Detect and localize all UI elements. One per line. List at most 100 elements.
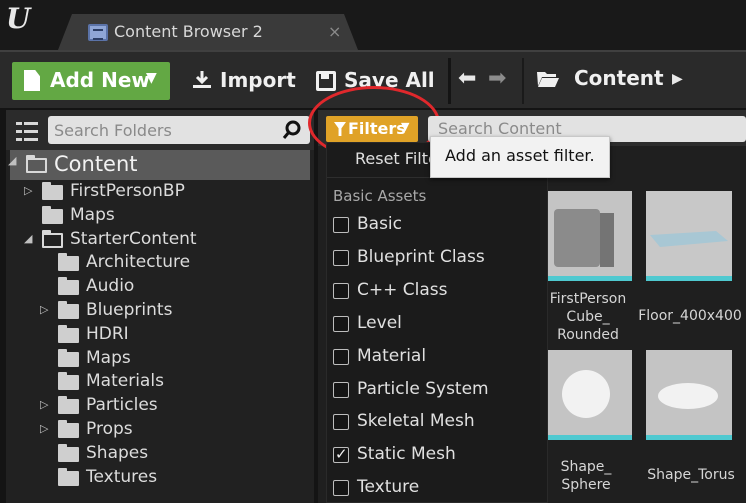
nav-divider [522,58,524,104]
folder-icon [42,182,63,200]
tab-content-browser[interactable]: Content Browser 2 × [58,14,358,50]
collapsed-arrow-icon[interactable]: ▷ [40,398,52,411]
filter-item-static-mesh[interactable]: ✓ Static Mesh [327,440,549,472]
folder-particles[interactable]: ▷ Particles [10,394,310,418]
filter-item-label: Level [357,312,402,333]
torus-thumbnail-icon [646,350,732,435]
asset-name: Shape_Torus [647,467,735,483]
toolbar-divider [448,58,451,104]
asset-tile[interactable] [546,350,632,440]
folder-materials[interactable]: Materials [10,370,310,394]
folder-icon [58,324,79,343]
filter-checkbox[interactable]: ✓ [333,445,349,464]
folder-props[interactable]: ▷ Props [10,418,310,442]
folder-icon [58,443,79,462]
folder-icon [58,467,79,486]
content-browser-icon [88,24,108,41]
filter-checkbox[interactable] [333,217,349,233]
folder-icon [58,301,79,319]
filter-item-skeletal-mesh[interactable]: Skeletal Mesh [327,407,549,439]
folder-architecture[interactable]: Architecture [10,251,310,275]
filter-item-label: Static Mesh [357,444,456,465]
asset-tile[interactable] [646,191,732,281]
filter-dropdown-menu: Reset Filters Basic Assets Basic Blueprin… [326,142,549,503]
tile-accent-strip [546,276,632,281]
folder-icon [58,348,79,367]
filter-item-label: Blueprint Class [357,246,485,267]
expanded-arrow-icon[interactable]: ◢ [24,232,36,245]
filter-item-label: Basic [357,214,403,234]
folder-label: Materials [86,371,164,392]
filter-item-basic[interactable]: Basic [327,210,549,242]
filter-checkbox[interactable] [333,315,349,332]
import-button[interactable]: Import [186,62,296,100]
folder-icon [58,277,79,296]
filter-checkbox[interactable] [333,249,349,266]
expanded-arrow-icon[interactable]: ◢ [8,154,20,167]
import-label: Import [220,68,296,92]
tab-close-button[interactable]: × [328,22,341,41]
folder-search-box[interactable] [48,116,310,144]
folder-shapes[interactable]: Shapes [10,442,310,466]
collapsed-arrow-icon[interactable]: ▷ [40,422,52,435]
tile-accent-strip [646,276,732,281]
folder-label: FirstPersonBP [70,181,185,201]
folder-open-icon [42,229,63,248]
folder-blueprints[interactable]: ▷ Blueprints [10,299,310,323]
back-arrow-icon[interactable]: ⬅ [458,66,480,96]
filter-item-texture[interactable]: Texture [327,473,549,503]
asset-name: Floor_400x400 [638,308,742,324]
save-icon [316,71,336,91]
folder-maps[interactable]: Maps [10,204,310,228]
folder-textures[interactable]: Textures [10,466,310,490]
folder-audio[interactable]: Audio [10,275,310,299]
filter-checkbox[interactable] [333,348,349,365]
floor-thumbnail-icon [646,191,732,276]
filter-item-c-class[interactable]: C++ Class [327,276,549,308]
filter-checkbox[interactable] [333,414,349,431]
folder-label: Audio [86,276,135,297]
filter-checkbox[interactable] [333,381,349,398]
breadcrumb-arrow-icon[interactable]: ▶ [672,71,683,87]
asset-name: Shape_ Sphere [560,459,612,493]
folder-hdri[interactable]: HDRI [10,323,310,347]
folder-search-input[interactable] [54,119,274,141]
filter-item-label: Texture [357,477,420,498]
folder-content[interactable]: ◢ Content [8,150,310,180]
menu-section-header: Basic Assets [333,187,427,205]
folder-icon [58,420,79,438]
asset-tile[interactable] [546,191,632,281]
folder-label: Maps [86,347,131,368]
collapsed-arrow-icon[interactable]: ▷ [40,303,52,316]
breadcrumb-content[interactable]: Content [574,66,664,90]
folder-label: Shapes [86,442,149,463]
search-icon[interactable] [282,120,302,140]
forward-arrow-icon[interactable]: ➡ [488,66,510,96]
folder-startercontent[interactable]: ◢ StarterContent [10,228,310,252]
unreal-logo-icon: U [6,2,31,35]
filter-item-label: Skeletal Mesh [357,411,475,432]
sphere-thumbnail-icon [546,350,632,435]
chevron-down-icon: ▼ [146,70,157,86]
add-new-button[interactable]: Add New ▼ [12,62,170,100]
folder-icon [58,372,79,391]
filter-checkbox[interactable] [333,282,349,299]
cube-thumbnail-icon [546,191,632,276]
folder-icon [58,396,79,415]
filter-checkbox[interactable] [333,480,349,497]
new-document-icon [24,70,40,91]
collapsed-arrow-icon[interactable]: ▷ [24,184,36,197]
filter-item-material[interactable]: Material [327,342,549,374]
filter-item-level[interactable]: Level [327,309,549,341]
folder-label: Maps [70,204,115,225]
folder-maps[interactable]: Maps [10,347,310,371]
filter-item-particle-system[interactable]: Particle System [327,375,549,407]
folder-search-row [6,110,314,150]
view-options-icon[interactable] [16,122,38,142]
asset-tile[interactable] [646,350,732,440]
folder-firstpersonbp[interactable]: ▷ FirstPersonBP [10,180,310,204]
folder-label: Blueprints [86,300,173,320]
filter-item-blueprint-class[interactable]: Blueprint Class [327,243,549,275]
add-new-label: Add New [50,68,150,92]
folder-open-icon [537,72,559,87]
